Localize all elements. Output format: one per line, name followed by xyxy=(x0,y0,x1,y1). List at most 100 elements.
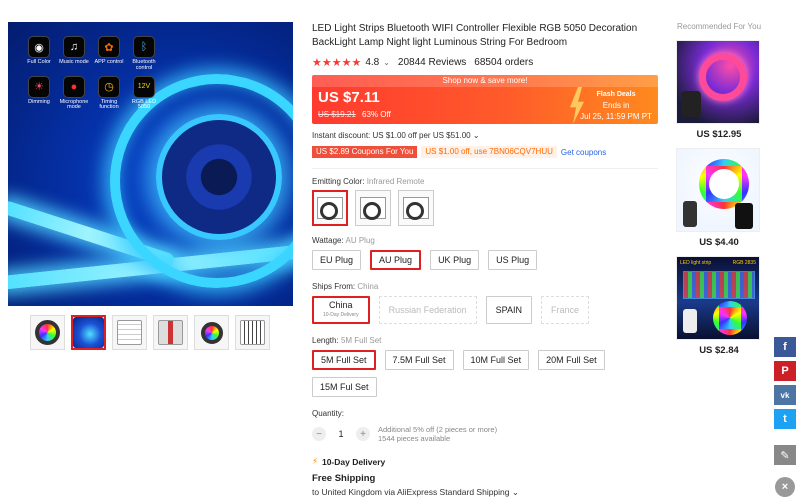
close-icon[interactable]: × xyxy=(775,477,795,497)
microphone-icon: ● xyxy=(63,75,85,98)
product-info: LED Light Strips Bluetooth WIFI Controll… xyxy=(312,22,664,498)
flash-ends-label: Ends in xyxy=(602,101,630,110)
ship-option-spain[interactable]: SPAIN xyxy=(485,296,532,324)
quantity-stepper: − 1 + Additional 5% off (2 pieces or mor… xyxy=(312,425,664,443)
length-option-20m[interactable]: 20M Full Set xyxy=(538,350,605,370)
coupon-badge[interactable]: US $2.89 Coupons For You xyxy=(312,146,418,158)
led-reel xyxy=(156,114,282,240)
ships-from-options: China 10-Day Delivery Russian Federation… xyxy=(312,296,658,324)
rating-stars: ★★★★★ xyxy=(312,57,362,69)
divider xyxy=(312,168,658,169)
plug-option-us[interactable]: US Plug xyxy=(488,250,538,270)
recommended-item[interactable]: LED light strip RGB 2835 US $2.84 xyxy=(676,256,762,356)
plug-option-eu[interactable]: EU Plug xyxy=(312,250,362,270)
delivery-badge: ⚡ 10-Day Delivery xyxy=(312,456,386,467)
thumbnail[interactable] xyxy=(235,315,270,350)
twitter-share-icon[interactable]: t xyxy=(774,409,796,429)
thumbnail[interactable] xyxy=(112,315,147,350)
rating-value[interactable]: 4.8 xyxy=(365,57,379,68)
length-option-10m[interactable]: 10M Full Set xyxy=(462,350,530,370)
voltage-icon: 12V xyxy=(133,75,155,98)
free-shipping: Free Shipping xyxy=(312,473,376,484)
thumbnail-strip xyxy=(30,315,270,350)
length-value: 5M Full Set xyxy=(340,336,382,345)
recommended-price: US $4.40 xyxy=(699,237,739,248)
plug-option-au[interactable]: AU Plug xyxy=(370,250,422,270)
discount-percent: 63% Off xyxy=(362,110,391,119)
feature-dimming: ☀ Dimming xyxy=(22,75,56,112)
color-option[interactable] xyxy=(355,190,391,226)
recommended-item[interactable]: US $4.40 xyxy=(676,148,762,248)
app-icon: ✿ xyxy=(98,36,120,58)
thumbnail[interactable] xyxy=(153,315,188,350)
chevron-down-icon[interactable]: ⌄ xyxy=(383,58,390,67)
current-price: US $7.11 xyxy=(318,89,380,106)
original-price-row: US $19.21 63% Off xyxy=(318,110,391,119)
ships-from-value: China xyxy=(357,282,379,291)
rating-row: ★★★★★ 4.8 ⌄ 20844 Reviews 68504 orders xyxy=(312,56,664,69)
quantity-input[interactable]: 1 xyxy=(334,429,348,439)
quantity-label: Quantity: xyxy=(312,409,345,418)
ship-option-russia[interactable]: Russian Federation xyxy=(378,296,477,324)
instant-discount[interactable]: Instant discount: US $1.00 off per US $5… xyxy=(312,131,664,140)
flash-end-time: Jul 25, 11:59 PM PT xyxy=(580,112,652,121)
feature-full-color: ◉ Full Color xyxy=(22,36,56,72)
shipping-destination[interactable]: to United Kingdom via AliExpress Standar… xyxy=(312,487,664,498)
main-product-image[interactable]: ◉ Full Color ♫ Music mode ✿ APP control ᛒ Bl… xyxy=(8,22,293,306)
ships-from-label: Ships From: China xyxy=(312,282,379,291)
recommended-price: US $2.84 xyxy=(699,345,739,356)
length-options: 5M Full Set 7.5M Full Set 10M Full Set 2… xyxy=(312,350,658,397)
coupons-row: US $2.89 Coupons For You US $1.00 off, u… xyxy=(312,146,664,158)
thumbnail[interactable] xyxy=(194,315,229,350)
price-banner: Shop now & save more! US $7.11 US $19.21… xyxy=(312,75,658,124)
feature-music-mode: ♫ Music mode xyxy=(57,36,91,72)
color-wheel-icon: ◉ xyxy=(28,36,50,58)
color-label: Emitting Color: Infrared Remote xyxy=(312,177,425,186)
get-coupons-link[interactable]: Get coupons xyxy=(561,148,606,157)
recommended-image[interactable] xyxy=(676,148,760,232)
length-option-15m[interactable]: 15M Ful Set xyxy=(312,377,377,397)
recommended-item[interactable]: US $12.95 xyxy=(676,40,762,140)
recommended-image[interactable]: LED light strip RGB 2835 xyxy=(676,256,760,340)
vk-share-icon[interactable]: vk xyxy=(774,385,796,405)
music-icon: ♫ xyxy=(63,36,85,58)
wattage-options: EU Plug AU Plug UK Plug US Plug xyxy=(312,250,658,270)
facebook-share-icon[interactable]: f xyxy=(774,337,796,357)
quantity-plus-button[interactable]: + xyxy=(356,427,370,441)
orders-count: 68504 orders xyxy=(474,57,534,68)
recommended-panel: Recommended For You US $12.95 US $4.40 L… xyxy=(676,22,762,356)
original-price: US $19.21 xyxy=(318,110,356,119)
flash-deal-title: Flash Deals xyxy=(596,91,636,98)
timer-icon: ◷ xyxy=(98,75,120,98)
color-option[interactable] xyxy=(398,190,434,226)
product-title: LED Light Strips Bluetooth WIFI Controll… xyxy=(312,23,638,48)
quantity-minus-button[interactable]: − xyxy=(312,427,326,441)
feature-timing: ◷ Timing function xyxy=(92,75,126,112)
edit-icon[interactable]: ✎ xyxy=(774,445,796,465)
length-option-5m[interactable]: 5M Full Set xyxy=(312,350,376,370)
reviews-count[interactable]: 20844 Reviews xyxy=(398,57,466,68)
wattage-value: AU Plug xyxy=(345,236,375,245)
pinterest-share-icon[interactable]: P xyxy=(774,361,796,381)
feature-microphone: ● Microphone mode xyxy=(57,75,91,112)
feature-app-control: ✿ APP control xyxy=(92,36,126,72)
price-banner-top: Shop now & save more! xyxy=(312,75,658,87)
thumbnail[interactable] xyxy=(30,315,65,350)
recommended-price: US $12.95 xyxy=(696,129,742,140)
social-share-bar: f P vk t ✎ × xyxy=(774,337,796,500)
feature-icon-grid: ◉ Full Color ♫ Music mode ✿ APP control ᛒ Bl… xyxy=(22,36,162,111)
thumbnail-active[interactable] xyxy=(71,315,106,350)
feature-rgb-12v: 12V RGB LED 5050 xyxy=(127,75,161,112)
coupon-code[interactable]: US $1.00 off, use 7BN06CQV7HUU xyxy=(421,146,557,158)
color-option-selected[interactable] xyxy=(312,190,348,226)
ship-option-france[interactable]: France xyxy=(540,296,589,324)
ship-option-china[interactable]: China 10-Day Delivery xyxy=(312,296,370,324)
bluetooth-icon: ᛒ xyxy=(133,36,155,58)
plug-option-uk[interactable]: UK Plug xyxy=(430,250,480,270)
quantity-note: Additional 5% off (2 pieces or more) 154… xyxy=(378,425,498,443)
recommended-title: Recommended For You xyxy=(676,22,762,31)
dimming-icon: ☀ xyxy=(28,75,50,98)
recommended-image[interactable] xyxy=(676,40,760,124)
length-option-7-5m[interactable]: 7.5M Full Set xyxy=(384,350,454,370)
wattage-label: Wattage: AU Plug xyxy=(312,236,375,245)
